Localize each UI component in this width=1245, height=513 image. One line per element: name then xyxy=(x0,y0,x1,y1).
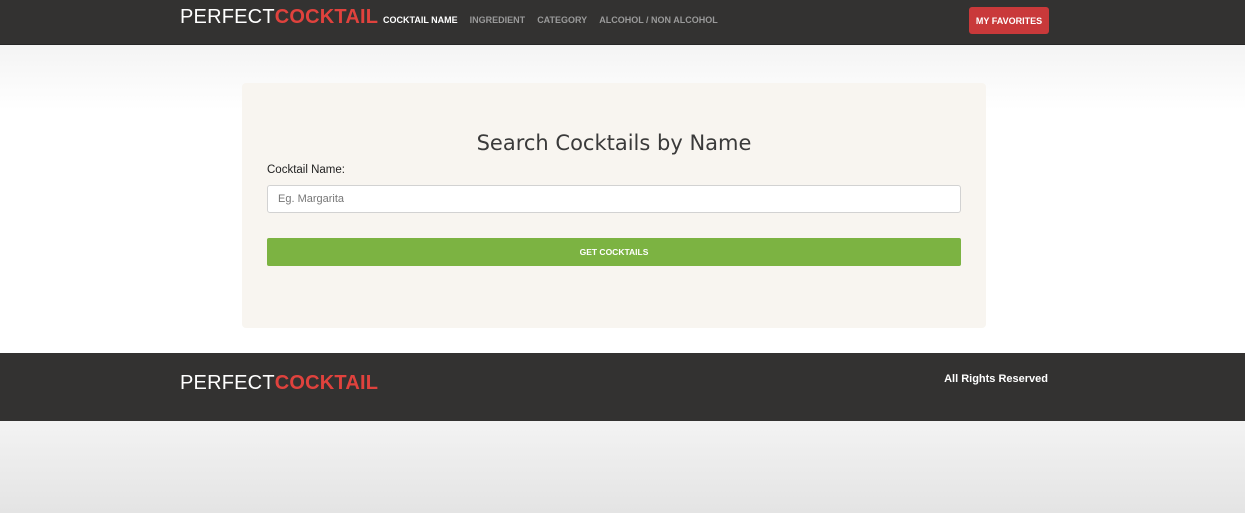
logo-text-perfect: PERFECT xyxy=(180,6,275,28)
nav-link-cocktail-name[interactable]: COCKTAIL NAME xyxy=(383,15,458,25)
logo-text-cocktail: COCKTAIL xyxy=(274,6,379,28)
copyright-text: All Rights Reserved xyxy=(944,373,1048,385)
footer-logo-text-cocktail: COCKTAIL xyxy=(274,372,379,394)
footer-logo-text-perfect: PERFECT xyxy=(180,372,275,394)
page-background-bottom xyxy=(0,421,1245,513)
get-cocktails-button[interactable]: GET COCKTAILS xyxy=(267,238,961,266)
nav-link-ingredient[interactable]: INGREDIENT xyxy=(470,15,526,25)
nav-link-category[interactable]: CATEGORY xyxy=(537,15,587,25)
cocktail-name-label: Cocktail Name: xyxy=(267,164,345,176)
footer-logo[interactable]: PERFECTCOCKTAIL xyxy=(180,372,378,395)
site-logo[interactable]: PERFECTCOCKTAIL xyxy=(180,6,378,29)
nav-link-alcohol-non-alcohol[interactable]: ALCOHOL / NON ALCOHOL xyxy=(599,15,718,25)
main-nav: COCKTAIL NAME INGREDIENT CATEGORY ALCOHO… xyxy=(383,15,718,25)
my-favorites-button[interactable]: MY FAVORITES xyxy=(969,7,1049,34)
cocktail-name-input[interactable] xyxy=(267,185,961,213)
page-title: Search Cocktails by Name xyxy=(476,131,752,155)
top-navbar: PERFECTCOCKTAIL COCKTAIL NAME INGREDIENT… xyxy=(0,0,1245,45)
site-footer: PERFECTCOCKTAIL All Rights Reserved xyxy=(0,353,1245,421)
search-panel: Search Cocktails by Name Cocktail Name: … xyxy=(242,83,986,328)
